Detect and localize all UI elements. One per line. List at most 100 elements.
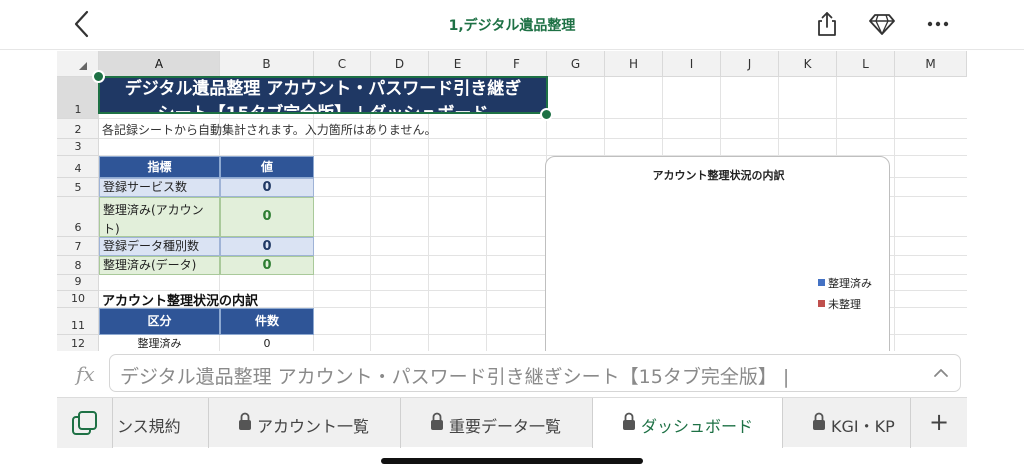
breakdown-value-organized[interactable]: 0: [220, 335, 314, 351]
home-indicator: [381, 458, 643, 464]
column-header-f[interactable]: F: [487, 51, 547, 77]
metric-value-organized-accounts[interactable]: 0: [220, 197, 314, 237]
cell-selection-outline: [98, 76, 548, 114]
selection-handle-bottom-right[interactable]: [540, 108, 553, 121]
row-header-label: 6: [74, 221, 82, 234]
sheet-tab-account-list[interactable]: アカウント一覧: [209, 398, 401, 448]
selection-handle-top-left[interactable]: [92, 70, 105, 83]
plus-icon: +: [928, 408, 950, 436]
row-header-label: 12: [71, 337, 85, 350]
app-window: 1,デジタル遺品整理 A B C D E F G H I J K L M 1 2…: [0, 0, 1024, 473]
add-sheet-button[interactable]: +: [911, 398, 967, 448]
row-header-label: 9: [74, 275, 82, 288]
lock-icon: [813, 412, 825, 430]
sheet-tab-dashboard[interactable]: ダッシュボード: [593, 398, 783, 448]
row-header-11[interactable]: 11: [57, 308, 99, 335]
sheet-tab-terms[interactable]: ンス規約: [113, 398, 209, 448]
chart-title: アカウント整理状況の内訳: [652, 169, 785, 182]
row-header-label: 3: [74, 140, 82, 153]
row-header-1[interactable]: 1: [57, 77, 99, 119]
row-header-5[interactable]: 5: [57, 178, 99, 197]
share-icon[interactable]: [813, 10, 841, 38]
row-header-6[interactable]: 6: [57, 197, 99, 237]
gridline: [99, 138, 967, 139]
row-header-label: 7: [74, 240, 82, 253]
pie-chart[interactable]: アカウント整理状況の内訳 整理済み 未整理: [545, 156, 890, 351]
legend-label-unorganized: 未整理: [828, 298, 861, 311]
sheet-tab-label: アカウント一覧: [257, 417, 370, 436]
sheet-tab-label: ンス規約: [117, 417, 181, 436]
lock-icon: [239, 412, 251, 430]
legend-item-organized: 整理済み: [818, 275, 872, 291]
sheets-icon: [72, 411, 97, 435]
row-header-label: 11: [71, 319, 85, 332]
metric-value-organized-data[interactable]: 0: [220, 256, 314, 275]
breakdown-header-value[interactable]: 件数: [220, 308, 314, 335]
row-header-label: 4: [74, 162, 82, 175]
pie-plot-area: [616, 197, 776, 347]
sheet-tab-bar: ンス規約 アカウント一覧 重要データ一覧 ダッシュボード KGI・KP +: [57, 397, 967, 448]
metric-label-organized-accounts[interactable]: 整理済み(アカウン ト): [99, 197, 220, 237]
legend-swatch-unorganized: [818, 300, 825, 307]
row-header-label: 8: [74, 259, 82, 272]
formula-bar: fx デジタル遺品整理 アカウント・パスワード引き継ぎシート【15タブ完全版】 …: [57, 352, 967, 394]
formula-content: デジタル遺品整理 アカウント・パスワード引き継ぎシート【15タブ完全版】 |: [120, 366, 790, 388]
metrics-header-value[interactable]: 値: [220, 156, 314, 178]
column-header-h[interactable]: H: [605, 51, 663, 77]
premium-diamond-icon[interactable]: [868, 10, 896, 38]
metrics-header-label[interactable]: 指標: [99, 156, 220, 178]
row-header-label: 1: [74, 103, 82, 116]
column-header-g[interactable]: G: [547, 51, 605, 77]
column-header-a[interactable]: A: [99, 51, 220, 77]
column-header-b[interactable]: B: [220, 51, 314, 77]
metric-label-organized-data[interactable]: 整理済み(データ): [99, 256, 220, 275]
metric-value-registered-services[interactable]: 0: [220, 178, 314, 197]
column-header-i[interactable]: I: [663, 51, 721, 77]
sheet-tab-important-data[interactable]: 重要データ一覧: [401, 398, 593, 448]
row-header-label: 10: [71, 292, 85, 305]
fx-icon: fx: [76, 362, 95, 386]
gridline: [99, 118, 967, 119]
metric-label-line-1: 整理済み(アカウン: [103, 203, 204, 217]
column-header-m[interactable]: M: [895, 51, 967, 77]
column-header-k[interactable]: K: [779, 51, 837, 77]
sheet-list-button[interactable]: [57, 398, 113, 448]
row-header-9[interactable]: 9: [57, 275, 99, 291]
column-header-c[interactable]: C: [314, 51, 371, 77]
chevron-up-icon[interactable]: [932, 364, 950, 382]
spreadsheet-grid[interactable]: A B C D E F G H I J K L M 1 2 3 4 5 6 7 …: [57, 51, 967, 351]
dashboard-note: 各記録シートから自動集計されます。入力箇所はありません。: [102, 123, 437, 137]
formula-input[interactable]: デジタル遺品整理 アカウント・パスワード引き継ぎシート【15タブ完全版】 |: [109, 354, 961, 392]
column-header-d[interactable]: D: [371, 51, 429, 77]
section-title: アカウント整理状況の内訳: [102, 294, 259, 309]
row-header-3[interactable]: 3: [57, 139, 99, 156]
row-header-label: 2: [74, 123, 82, 136]
legend-swatch-organized: [818, 279, 825, 286]
breakdown-label-organized[interactable]: 整理済み: [99, 335, 220, 351]
row-header-7[interactable]: 7: [57, 237, 99, 256]
lock-icon: [623, 412, 635, 430]
row-header-4[interactable]: 4: [57, 156, 99, 178]
top-bar: 1,デジタル遺品整理: [0, 0, 1024, 50]
lock-icon: [431, 412, 443, 430]
legend-item-unorganized: 未整理: [818, 296, 861, 312]
row-header-8[interactable]: 8: [57, 256, 99, 275]
metric-value-data-types[interactable]: 0: [220, 237, 314, 256]
metric-label-line-2: ト): [103, 222, 120, 236]
row-header-12[interactable]: 12: [57, 335, 99, 351]
sheet-tab-label: KGI・KP: [831, 417, 895, 436]
sheet-tab-kgi-kpi[interactable]: KGI・KP: [783, 398, 911, 448]
breakdown-header-label[interactable]: 区分: [99, 308, 220, 335]
metric-label-registered-services[interactable]: 登録サービス数: [99, 178, 220, 197]
row-header-2[interactable]: 2: [57, 119, 99, 139]
row-header-label: 5: [74, 181, 82, 194]
column-header-e[interactable]: E: [429, 51, 487, 77]
metric-label-data-types[interactable]: 登録データ種別数: [99, 237, 220, 256]
column-header-j[interactable]: J: [721, 51, 779, 77]
more-options-icon[interactable]: [924, 10, 952, 38]
legend-label-organized: 整理済み: [828, 277, 872, 290]
sheet-tab-label: 重要データ一覧: [449, 417, 562, 436]
sheet-tab-label: ダッシュボード: [641, 417, 754, 436]
column-header-l[interactable]: L: [837, 51, 895, 77]
row-header-10[interactable]: 10: [57, 291, 99, 308]
